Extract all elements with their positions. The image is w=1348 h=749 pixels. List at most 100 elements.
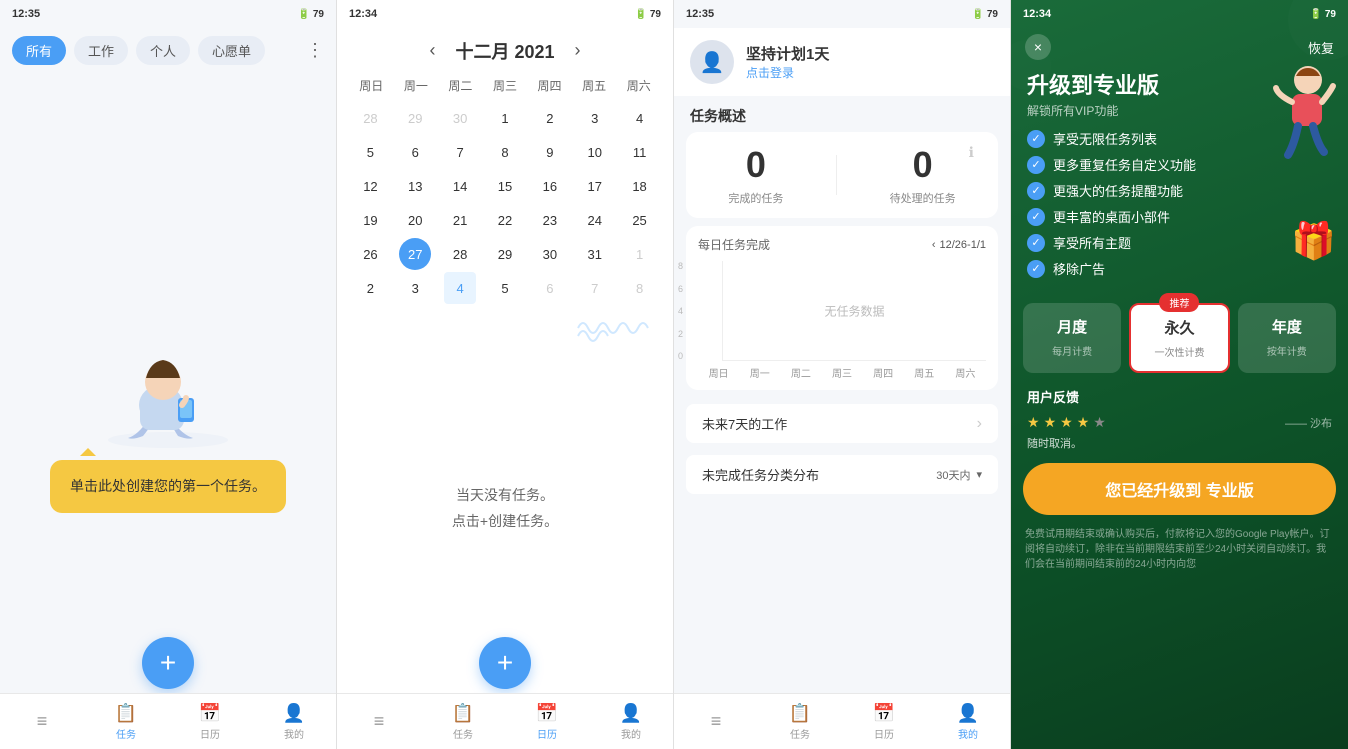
cal-day[interactable]: 30 (534, 238, 566, 270)
nav-tasks-3[interactable]: 📋 任务 (758, 703, 842, 741)
nav-calendar-3[interactable]: 📅 日历 (842, 703, 926, 741)
feature-6: ✓ 移除广告 (1027, 259, 1332, 278)
plan-monthly[interactable]: 月度 每月计费 (1023, 303, 1121, 373)
chart-header: 每日任务完成 ‹ 12/26-1/1 (698, 236, 986, 253)
cal-day[interactable]: 28 (354, 102, 386, 134)
nav-profile-3[interactable]: 👤 我的 (926, 703, 1010, 741)
cal-day[interactable]: 16 (534, 170, 566, 202)
cal-day[interactable]: 1 (489, 102, 521, 134)
nav-menu-1[interactable]: ≡ (0, 711, 84, 732)
nav-tasks-1[interactable]: 📋 任务 (84, 703, 168, 741)
nav-menu-2[interactable]: ≡ (337, 711, 421, 732)
cal-day[interactable]: 1 (624, 238, 656, 270)
cal-day[interactable]: 18 (624, 170, 656, 202)
cal-day[interactable]: 5 (354, 136, 386, 168)
login-btn[interactable]: 点击登录 (746, 64, 829, 81)
cal-day[interactable]: 7 (444, 136, 476, 168)
add-task-fab[interactable]: + (142, 637, 194, 689)
cal-day[interactable]: 24 (579, 204, 611, 236)
cal-day-today[interactable]: 27 (399, 238, 431, 270)
cal-day[interactable]: 6 (534, 272, 566, 304)
chart-card: 每日任务完成 ‹ 12/26-1/1 8 6 4 2 0 无任务数据 周日 周一… (686, 226, 998, 390)
nav-calendar-2[interactable]: 📅 日历 (505, 703, 589, 741)
cal-day[interactable]: 3 (579, 102, 611, 134)
bottom-nav-3: ≡ 📋 任务 📅 日历 👤 我的 (674, 693, 1010, 749)
cal-day[interactable]: 12 (354, 170, 386, 202)
plan-monthly-billing: 每月计费 (1052, 343, 1092, 358)
cal-day-selected[interactable]: 4 (444, 272, 476, 304)
star-2: ★ (1044, 414, 1057, 431)
filter-bar: 所有 工作 个人 心愿单 ⋮ (0, 28, 336, 73)
nav-calendar-1[interactable]: 📅 日历 (168, 703, 252, 741)
time-3: 12:35 (686, 8, 714, 20)
battery-3: 🔋 79 (972, 9, 998, 20)
dropdown-icon[interactable]: ▾ (976, 468, 982, 481)
cal-day[interactable]: 11 (624, 136, 656, 168)
add-task-fab-2[interactable]: + (479, 637, 531, 689)
panel-calendar: 12:34 🔋 79 ‹ 十二月 2021 › 周日 周一 周二 周三 周四 周… (337, 0, 674, 749)
cal-day[interactable]: 7 (579, 272, 611, 304)
cal-day[interactable]: 28 (444, 238, 476, 270)
chevron-right-icon: › (977, 415, 982, 433)
speech-bubble[interactable]: 单击此处创建您的第一个任务。 (50, 460, 286, 513)
cal-day[interactable]: 31 (579, 238, 611, 270)
cal-day[interactable]: 30 (444, 102, 476, 134)
cal-day[interactable]: 21 (444, 204, 476, 236)
nav-menu-3[interactable]: ≡ (674, 711, 758, 732)
cal-day[interactable]: 29 (399, 102, 431, 134)
prev-month-btn[interactable]: ‹ (421, 36, 443, 65)
cal-day[interactable]: 10 (579, 136, 611, 168)
overview-title: 任务概述 (674, 96, 1010, 132)
filter-work[interactable]: 工作 (74, 36, 128, 65)
cal-day[interactable]: 19 (354, 204, 386, 236)
cal-day[interactable]: 14 (444, 170, 476, 202)
bottom-nav-2: ≡ 📋 任务 📅 日历 👤 我的 (337, 693, 673, 749)
cal-day[interactable]: 9 (534, 136, 566, 168)
distribution-row[interactable]: 未完成任务分类分布 30天内 ▾ (686, 455, 998, 494)
cal-day[interactable]: 8 (489, 136, 521, 168)
cal-day[interactable]: 2 (534, 102, 566, 134)
user-avatar[interactable]: 👤 (690, 40, 734, 84)
cal-day[interactable]: 23 (534, 204, 566, 236)
restore-btn[interactable]: 恢复 (1308, 38, 1334, 57)
nav-profile-2[interactable]: 👤 我的 (589, 703, 673, 741)
panel-stats: 12:35 🔋 79 👤 坚持计划1天 点击登录 任务概述 ℹ 0 完成的任务 … (674, 0, 1011, 749)
cal-day[interactable]: 13 (399, 170, 431, 202)
plan-yearly-name: 年度 (1272, 316, 1302, 337)
cal-day[interactable]: 26 (354, 238, 386, 270)
cal-day[interactable]: 6 (399, 136, 431, 168)
tasks-icon-2: 📋 (452, 703, 474, 724)
cal-day[interactable]: 15 (489, 170, 521, 202)
cal-day[interactable]: 4 (624, 102, 656, 134)
month-year-label: 十二月 2021 (455, 38, 554, 64)
chart-period[interactable]: ‹ 12/26-1/1 (932, 239, 986, 251)
future-work-label: 未来7天的工作 (702, 414, 787, 433)
plan-lifetime[interactable]: 推荐 永久 一次性计费 (1129, 303, 1229, 373)
next-month-btn[interactable]: › (567, 36, 589, 65)
cal-day[interactable]: 5 (489, 272, 521, 304)
nav-tasks-2[interactable]: 📋 任务 (421, 703, 505, 741)
cal-day[interactable]: 22 (489, 204, 521, 236)
cal-day[interactable]: 29 (489, 238, 521, 270)
more-options-icon[interactable]: ⋮ (306, 40, 324, 61)
upgrade-button[interactable]: 您已经升级到 专业版 (1023, 463, 1336, 515)
future-work-row[interactable]: 未来7天的工作 › (686, 404, 998, 443)
empty-state-line1: 当天没有任务。 (456, 483, 554, 508)
cal-day[interactable]: 2 (354, 272, 386, 304)
close-btn[interactable]: × (1025, 34, 1051, 60)
filter-personal[interactable]: 个人 (136, 36, 190, 65)
cal-day[interactable]: 8 (624, 272, 656, 304)
nav-profile-1[interactable]: 👤 我的 (252, 703, 336, 741)
cal-day[interactable]: 17 (579, 170, 611, 202)
prev-period-icon[interactable]: ‹ (932, 239, 936, 251)
plan-yearly[interactable]: 年度 按年计费 (1238, 303, 1336, 373)
filter-all[interactable]: 所有 (12, 36, 66, 65)
cal-day[interactable]: 3 (399, 272, 431, 304)
filter-wishlist[interactable]: 心愿单 (198, 36, 265, 65)
cal-day[interactable]: 20 (399, 204, 431, 236)
info-icon[interactable]: ℹ (969, 144, 974, 161)
chart-title: 每日任务完成 (698, 236, 770, 253)
cal-day[interactable]: 25 (624, 204, 656, 236)
calendar-header: ‹ 十二月 2021 › (337, 28, 673, 73)
battery-2: 🔋 79 (635, 9, 661, 20)
